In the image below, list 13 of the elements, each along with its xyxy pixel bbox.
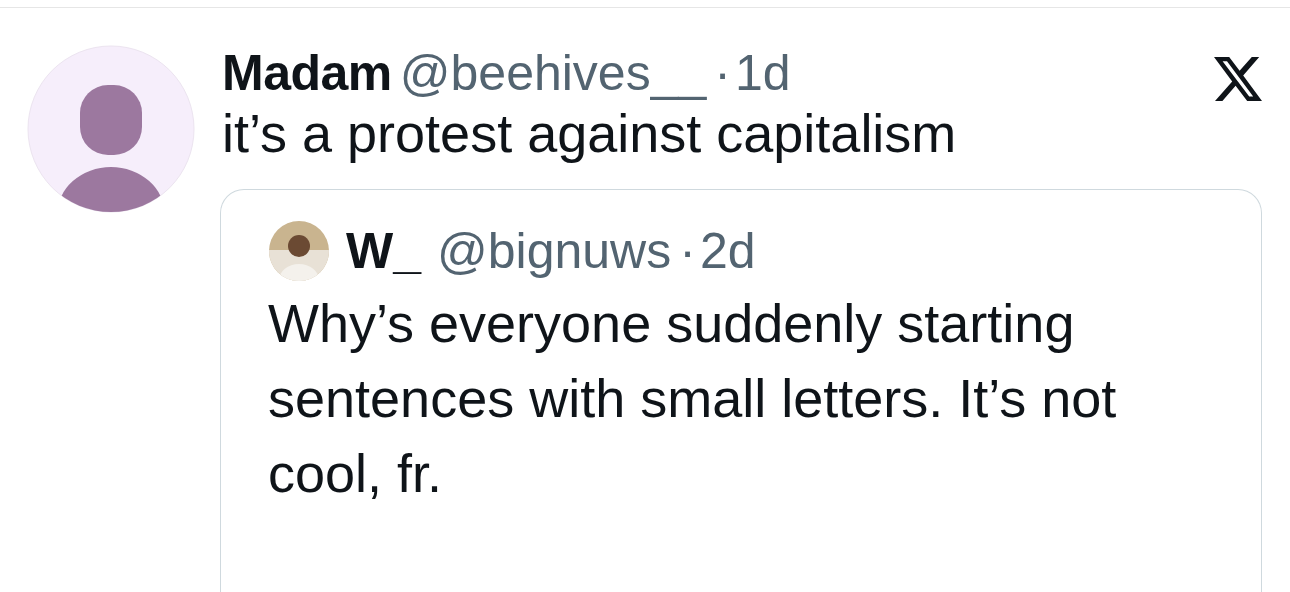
separator: · [679,223,696,279]
avatar[interactable] [27,45,195,213]
user-handle[interactable]: @bignuws [437,223,672,279]
timestamp[interactable]: 2d [699,223,756,279]
user-handle[interactable]: @beehives__ [399,45,707,101]
user-name[interactable]: W_ [346,223,421,279]
timestamp[interactable]: 1d [734,45,791,101]
quoted-tweet-card[interactable]: W_ @bignuws ·2d Why’s everyone suddenly starting sentences with small letters. It’s not cool, fr. [220,189,1262,592]
separator: · [714,45,731,101]
tweet-text: it’s a protest against capitalism [222,102,958,165]
user-name[interactable]: Madam [222,45,392,101]
quoted-tweet-text: Why’s everyone suddenly starting sentences with small letters. It’s not cool, fr. [268,292,1118,505]
logo-icon [1214,57,1262,101]
